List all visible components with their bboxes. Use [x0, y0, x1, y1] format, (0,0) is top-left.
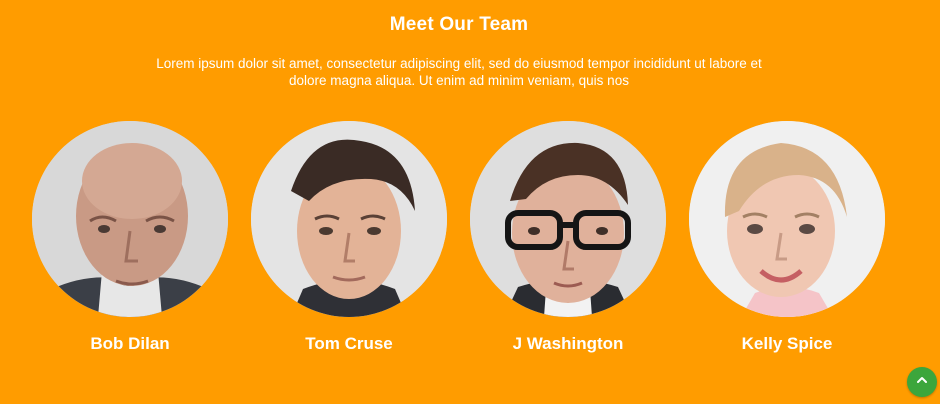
- member-photo: [251, 121, 447, 317]
- member-portrait: [32, 121, 228, 317]
- member-photo: [32, 121, 228, 317]
- member-name: J Washington: [512, 334, 624, 353]
- chevron-up-icon: [915, 373, 929, 392]
- section-intro: Lorem ipsum dolor sit amet, consectetur …: [156, 56, 762, 88]
- member-photo: [689, 121, 885, 317]
- member-name: Bob Dilan: [90, 334, 170, 353]
- member-photo: [470, 121, 666, 317]
- team-member-card: J Washington: [470, 121, 666, 354]
- member-portrait: [689, 121, 885, 317]
- member-portrait: [470, 121, 666, 317]
- team-grid: Bob Dilan Tom Cruse J Washington Kelly S…: [32, 121, 892, 371]
- member-name: Kelly Spice: [741, 334, 833, 353]
- section-title: Meet Our Team: [389, 14, 529, 35]
- back-to-top-button[interactable]: [907, 367, 937, 397]
- team-section: Meet Our Team Lorem ipsum dolor sit amet…: [0, 0, 940, 404]
- team-member-card: Kelly Spice: [689, 121, 885, 354]
- team-member-card: Bob Dilan: [32, 121, 228, 354]
- member-name: Tom Cruse: [305, 334, 393, 353]
- team-member-card: Tom Cruse: [251, 121, 447, 354]
- member-portrait: [251, 121, 447, 317]
